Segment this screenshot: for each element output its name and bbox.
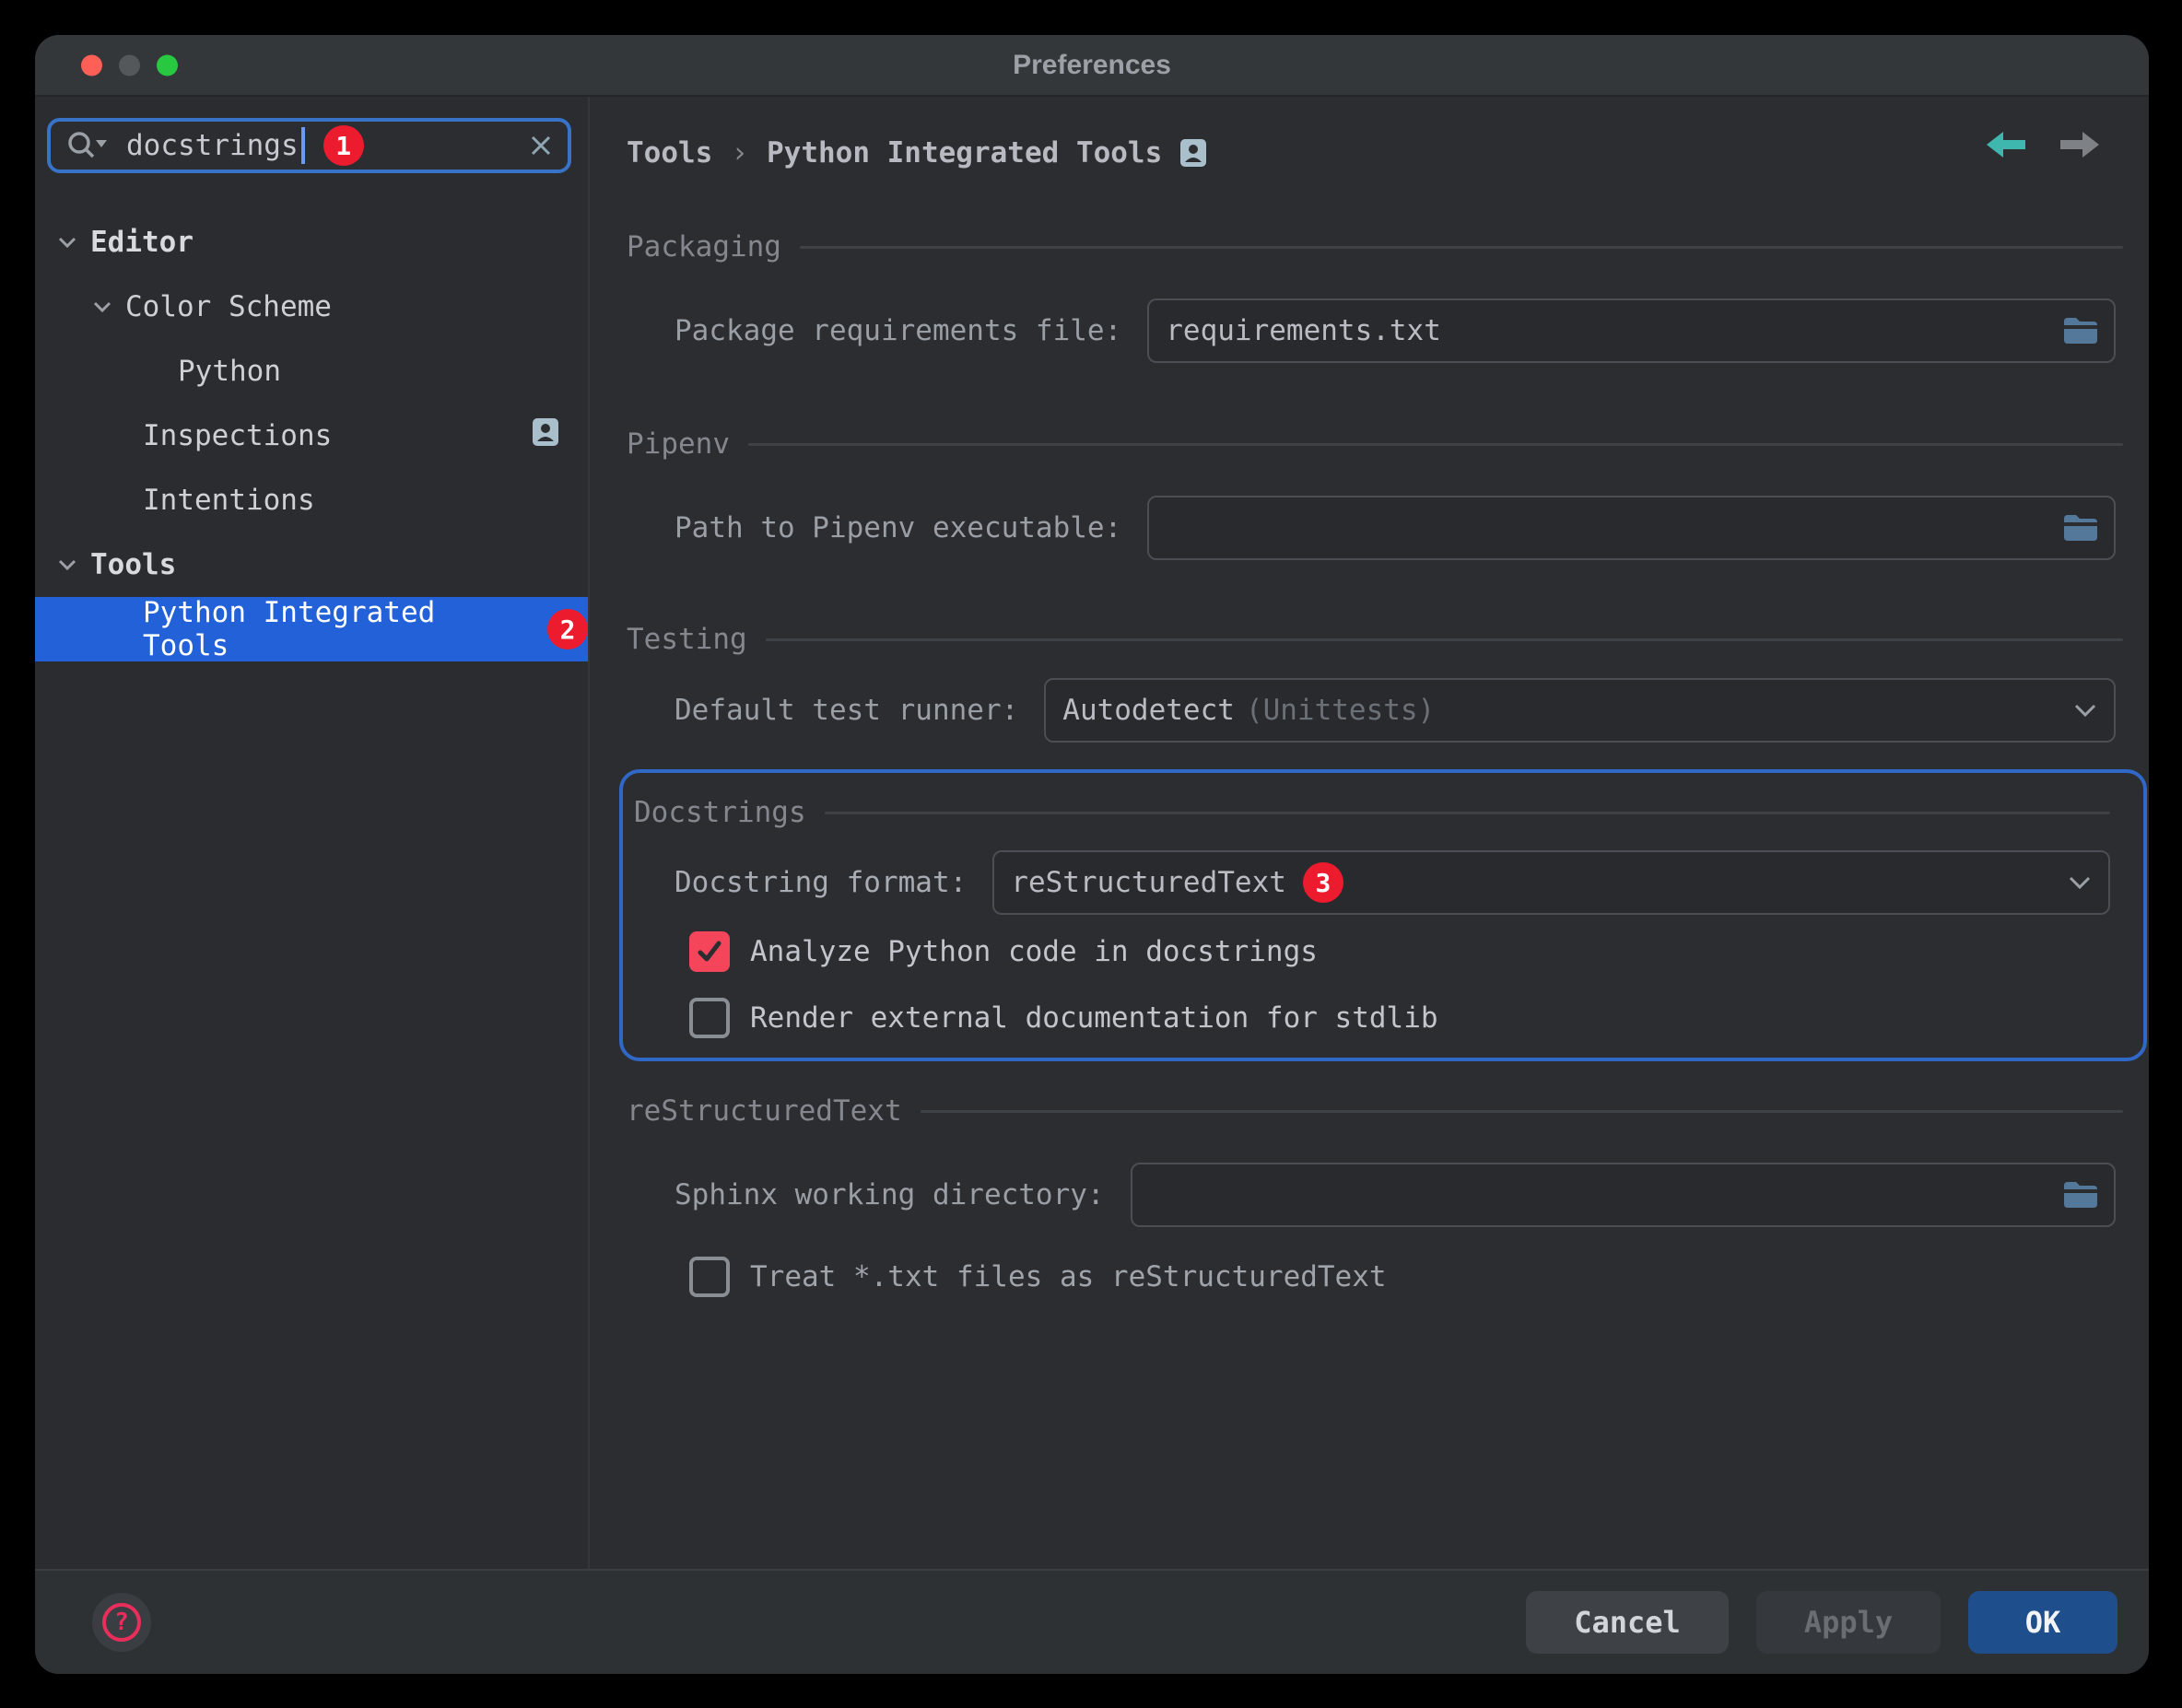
field-label: Sphinx working directory:: [675, 1178, 1105, 1211]
folder-browse-icon[interactable]: [2062, 1180, 2097, 1210]
settings-content: Tools › Python Integrated Tools Packagin…: [590, 97, 2149, 1569]
chevron-down-icon[interactable]: [57, 236, 77, 249]
settings-search-input[interactable]: docstrings 1: [47, 118, 571, 173]
treat-txt-files-checkbox-row: Treat *.txt files as reStructuredText: [689, 1257, 1387, 1297]
settings-sidebar: docstrings 1 Editor: [35, 97, 590, 1569]
section-divider-line: [766, 638, 2123, 641]
ok-button[interactable]: OK: [1968, 1591, 2117, 1654]
checkbox-label: Analyze Python code in docstrings: [750, 935, 1318, 968]
chevron-down-icon[interactable]: [57, 558, 77, 571]
preferences-window: Preferences docstrings 1: [35, 35, 2149, 1674]
help-button[interactable]: ?: [92, 1593, 151, 1652]
section-divider-line: [800, 246, 2123, 249]
search-query-text: docstrings: [126, 129, 299, 162]
sidebar-item-label: Tools: [90, 548, 176, 581]
annotation-badge-3: 3: [1303, 862, 1343, 903]
chevron-down-icon: [2073, 703, 2097, 718]
traffic-lights: [81, 54, 178, 76]
section-title: reStructuredText: [627, 1094, 902, 1128]
dropdown-value: reStructuredText: [1011, 866, 1286, 899]
sidebar-item-label: Python: [178, 355, 281, 388]
section-header-pipenv: Pipenv: [627, 425, 2123, 463]
field-value: requirements.txt: [1166, 314, 1441, 347]
close-window-button[interactable]: [81, 54, 102, 76]
chevron-down-icon[interactable]: [92, 300, 112, 313]
field-label: Docstring format:: [675, 866, 967, 899]
checkbox-unchecked[interactable]: [689, 1257, 730, 1297]
sidebar-item-label: Inspections: [143, 419, 332, 452]
sphinx-working-directory-row: Sphinx working directory:: [675, 1163, 2116, 1227]
minimize-window-button[interactable]: [119, 54, 140, 76]
field-label: Package requirements file:: [675, 314, 1121, 347]
sidebar-item-label: Intentions: [143, 484, 315, 517]
sidebar-item-label: Python Integrated Tools: [143, 596, 533, 662]
sidebar-item-inspections[interactable]: Inspections: [35, 404, 588, 468]
chevron-down-icon: [2068, 875, 2092, 890]
folder-browse-icon[interactable]: [2062, 513, 2097, 543]
dropdown-value-secondary: (Unittests): [1246, 694, 1435, 727]
field-label: Default test runner:: [675, 694, 1018, 727]
section-title: Docstrings: [634, 796, 806, 829]
zoom-window-button[interactable]: [157, 54, 178, 76]
section-header-packaging: Packaging: [627, 228, 2123, 266]
pipenv-path-input[interactable]: [1147, 496, 2116, 560]
sidebar-item-python-integrated-tools[interactable]: Python Integrated Tools 2: [35, 597, 588, 661]
field-label: Path to Pipenv executable:: [675, 511, 1121, 544]
clear-search-icon[interactable]: [529, 134, 553, 158]
dropdown-value: Autodetect: [1062, 694, 1235, 727]
search-icon: [65, 129, 110, 162]
question-mark-icon: ?: [102, 1603, 141, 1642]
section-divider-line: [921, 1110, 2123, 1113]
render-external-docs-checkbox-row: Render external documentation for stdlib: [689, 998, 1438, 1038]
back-arrow-icon[interactable]: [1985, 130, 2027, 159]
default-test-runner-dropdown[interactable]: Autodetect (Unittests): [1044, 678, 2116, 743]
annotation-badge-2: 2: [547, 609, 588, 649]
checkbox-checked[interactable]: [689, 931, 730, 972]
analyze-python-code-checkbox-row: Analyze Python code in docstrings: [689, 931, 1318, 972]
text-cursor: [301, 127, 305, 164]
sidebar-item-label: Editor: [90, 226, 194, 259]
forward-arrow-icon[interactable]: [2059, 130, 2101, 159]
section-header-restructuredtext: reStructuredText: [627, 1092, 2123, 1130]
section-title: Packaging: [627, 230, 781, 263]
pipenv-path-row: Path to Pipenv executable:: [675, 496, 2116, 560]
person-icon: [533, 418, 558, 453]
package-requirements-row: Package requirements file: requirements.…: [675, 298, 2116, 363]
docstring-format-row: Docstring format: reStructuredText 3: [675, 850, 2110, 915]
section-header-testing: Testing: [627, 620, 2123, 659]
package-requirements-input[interactable]: requirements.txt: [1147, 298, 2116, 363]
checkbox-label: Treat *.txt files as reStructuredText: [750, 1260, 1387, 1293]
sphinx-working-directory-input[interactable]: [1131, 1163, 2116, 1227]
sidebar-item-tools[interactable]: Tools: [35, 532, 588, 597]
docstrings-highlight-box: Docstrings Docstring format: reStructure…: [619, 769, 2147, 1061]
section-divider-line: [748, 443, 2123, 446]
sidebar-item-python[interactable]: Python: [35, 339, 588, 404]
window-title: Preferences: [1013, 50, 1171, 81]
title-bar: Preferences: [35, 35, 2149, 97]
sidebar-item-editor[interactable]: Editor: [35, 210, 588, 275]
breadcrumb-python-integrated-tools: Python Integrated Tools: [767, 136, 1162, 170]
dialog-footer: ? Cancel Apply OK: [35, 1569, 2149, 1674]
section-title: Pipenv: [627, 427, 730, 461]
section-header-docstrings: Docstrings: [634, 793, 2110, 832]
default-test-runner-row: Default test runner: Autodetect (Unittes…: [675, 678, 2116, 743]
settings-tree: Editor Color Scheme Python Inspections: [35, 210, 588, 661]
person-icon: [1180, 139, 1206, 167]
sidebar-item-color-scheme[interactable]: Color Scheme: [35, 275, 588, 339]
sidebar-item-intentions[interactable]: Intentions: [35, 468, 588, 532]
cancel-button[interactable]: Cancel: [1526, 1591, 1729, 1654]
folder-browse-icon[interactable]: [2062, 316, 2097, 345]
breadcrumb-tools[interactable]: Tools: [627, 136, 712, 170]
annotation-badge-1: 1: [323, 125, 364, 166]
checkbox-unchecked[interactable]: [689, 998, 730, 1038]
breadcrumb: Tools › Python Integrated Tools: [627, 121, 1206, 185]
section-divider-line: [825, 812, 2110, 814]
breadcrumb-separator: ›: [731, 136, 748, 170]
section-title: Testing: [627, 623, 747, 656]
docstring-format-dropdown[interactable]: reStructuredText 3: [992, 850, 2110, 915]
apply-button[interactable]: Apply: [1756, 1591, 1941, 1654]
sidebar-item-label: Color Scheme: [125, 290, 332, 323]
checkbox-label: Render external documentation for stdlib: [750, 1001, 1438, 1035]
